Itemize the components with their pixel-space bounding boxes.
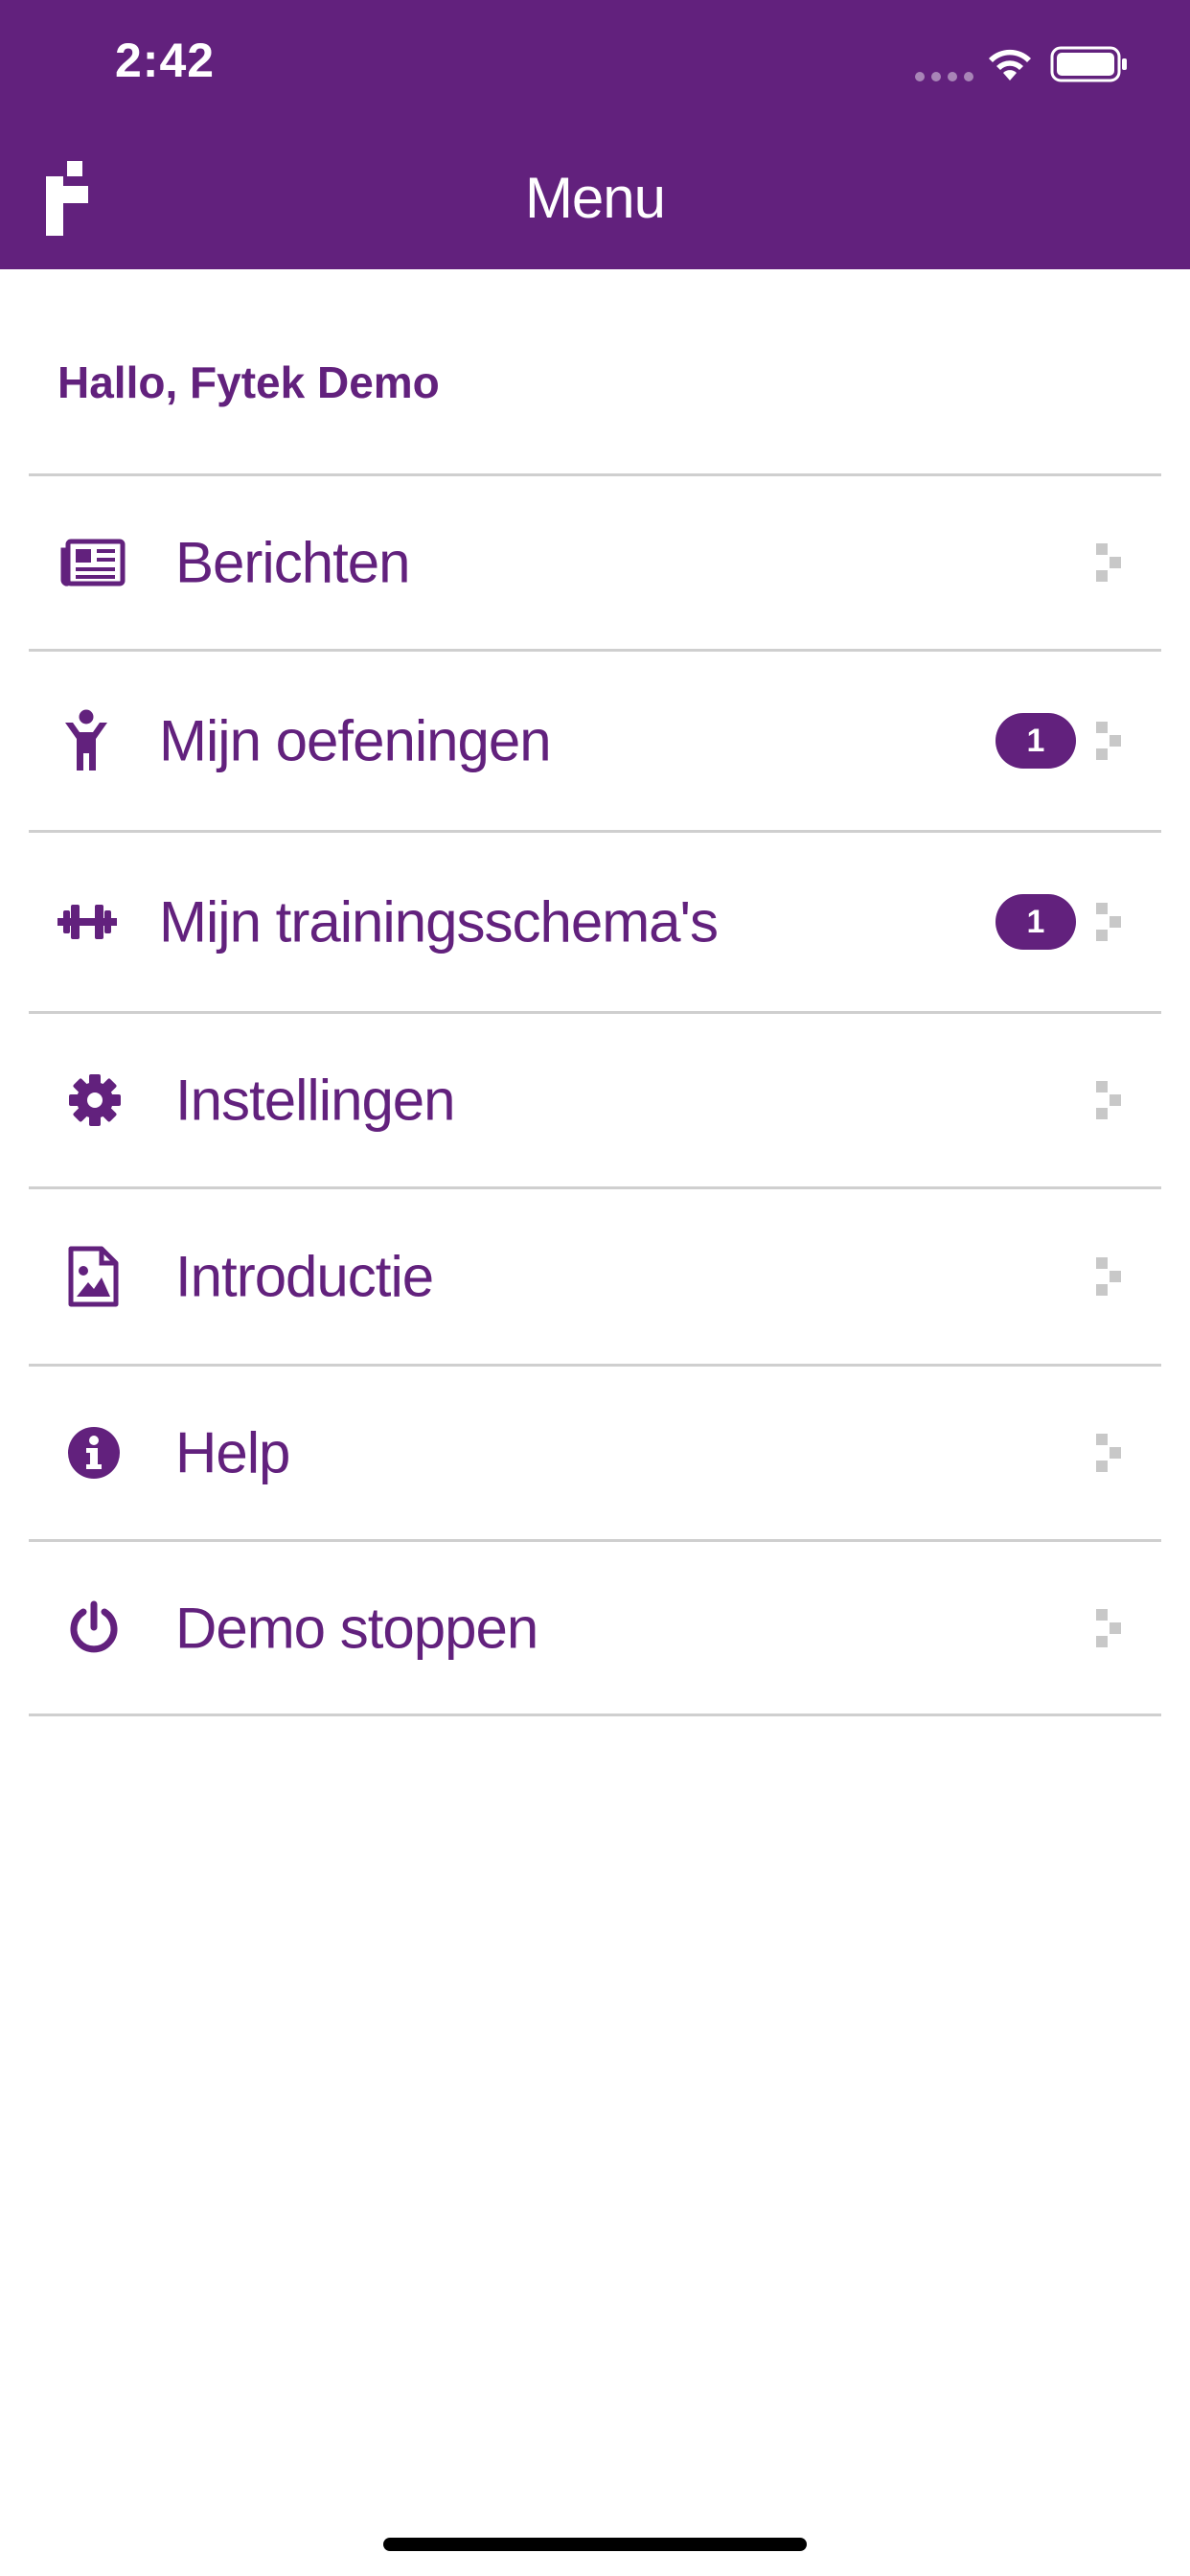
menu-item-mijn-trainingsschemas[interactable]: Mijn trainingsschema's 1 bbox=[29, 833, 1161, 1011]
menu-item-berichten[interactable]: Berichten bbox=[29, 476, 1161, 649]
dumbbell-icon bbox=[57, 905, 117, 939]
menu-item-label: Demo stoppen bbox=[175, 1596, 538, 1661]
menu-item-label: Introductie bbox=[175, 1244, 434, 1309]
menu-item-help[interactable]: Help bbox=[29, 1367, 1161, 1539]
gear-icon bbox=[69, 1074, 121, 1126]
cellular-signal-icon bbox=[915, 72, 973, 81]
menu-item-label: Mijn oefeningen bbox=[159, 708, 552, 773]
chevron-right-icon bbox=[1096, 722, 1121, 760]
battery-icon bbox=[1050, 46, 1127, 82]
menu-item-label: Help bbox=[175, 1420, 290, 1485]
status-time: 2:42 bbox=[115, 34, 216, 87]
chevron-right-icon bbox=[1096, 903, 1121, 941]
person-icon bbox=[65, 709, 107, 770]
info-icon bbox=[68, 1427, 120, 1479]
menu-item-instellingen[interactable]: Instellingen bbox=[29, 1014, 1161, 1186]
wifi-icon bbox=[989, 49, 1031, 80]
chevron-right-icon bbox=[1096, 543, 1121, 582]
chevron-right-icon bbox=[1096, 1434, 1121, 1472]
nav-header: 2:42 Menu bbox=[0, 0, 1190, 269]
menu-item-label: Instellingen bbox=[175, 1068, 456, 1133]
chevron-right-icon bbox=[1096, 1609, 1121, 1647]
menu-item-introductie[interactable]: Introductie bbox=[29, 1189, 1161, 1364]
menu-item-demo-stoppen[interactable]: Demo stoppen bbox=[29, 1542, 1161, 1714]
menu-item-label: Berichten bbox=[175, 530, 410, 595]
chevron-right-icon bbox=[1096, 1257, 1121, 1296]
divider bbox=[29, 1714, 1161, 1716]
image-file-icon bbox=[68, 1246, 119, 1307]
menu-item-label: Mijn trainingsschema's bbox=[159, 889, 719, 954]
chevron-right-icon bbox=[1096, 1081, 1121, 1119]
power-icon bbox=[70, 1600, 118, 1653]
count-badge: 1 bbox=[995, 713, 1076, 769]
greeting-text: Hallo, Fytek Demo bbox=[57, 357, 440, 407]
menu-item-mijn-oefeningen[interactable]: Mijn oefeningen 1 bbox=[29, 652, 1161, 830]
newspaper-icon bbox=[60, 539, 126, 586]
page-title: Menu bbox=[524, 166, 666, 230]
home-indicator[interactable] bbox=[383, 2538, 807, 2551]
count-badge: 1 bbox=[995, 894, 1076, 950]
